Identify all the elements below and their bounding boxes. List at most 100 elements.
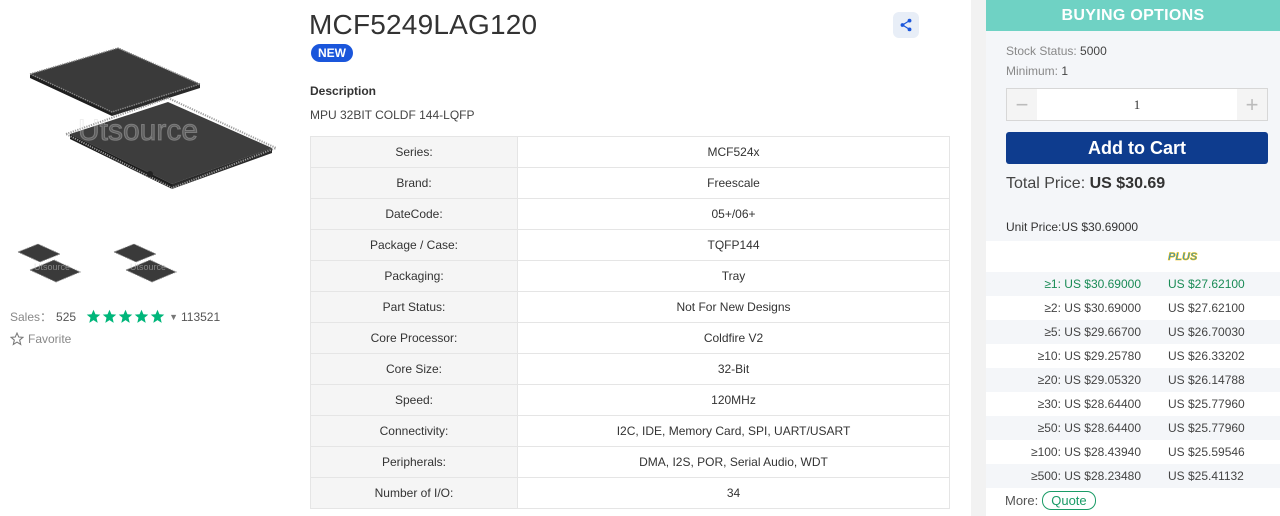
spec-key: Connectivity: xyxy=(310,415,518,447)
price-tier-list: ≥1: US $30.69000 US $27.62100 ≥2: US $30.… xyxy=(986,272,1280,488)
unit-price-value: US $30.69000 xyxy=(1061,220,1139,234)
quote-button[interactable]: Quote xyxy=(1042,491,1096,510)
tier-price: ≥100: US $28.43940 xyxy=(1030,445,1141,459)
product-gallery: Utsource Utsource Utsource Sales： 525 ▼ … xyxy=(0,0,300,516)
unit-price-label: Unit Price: xyxy=(1006,220,1062,234)
stock-status: Stock Status: 5000 xyxy=(1006,44,1107,58)
rating-stars[interactable] xyxy=(86,309,165,324)
table-row: Packaging: Tray xyxy=(310,260,950,292)
spec-key: Part Status: xyxy=(310,291,518,323)
buying-options-panel: BUYING OPTIONS Stock Status: 5000 Minimu… xyxy=(986,0,1280,516)
minimum-label: Minimum: xyxy=(1006,64,1059,78)
tier-plus-price: US $25.77960 xyxy=(1168,421,1245,435)
tier-price: ≥10: US $29.25780 xyxy=(1037,349,1141,363)
spec-key: Brand: xyxy=(310,167,518,199)
panel-divider xyxy=(971,0,986,516)
spec-key: Core Processor: xyxy=(310,322,518,354)
price-tier-row: ≥50: US $28.64400 US $25.77960 xyxy=(986,416,1280,440)
star-icon xyxy=(86,309,101,323)
svg-text:Utsource: Utsource xyxy=(34,262,70,272)
table-row: DateCode: 05+/06+ xyxy=(310,198,950,230)
spec-key: Series: xyxy=(310,136,518,168)
thumbnail-2[interactable]: Utsource xyxy=(106,238,192,294)
rating-count: 113521 xyxy=(180,309,221,324)
table-row: Speed: 120MHz xyxy=(310,384,950,416)
tier-plus-price: US $25.59546 xyxy=(1168,445,1245,459)
buying-options-header: BUYING OPTIONS xyxy=(986,0,1280,31)
description-label: Description xyxy=(310,84,377,98)
spec-value: Freescale xyxy=(517,167,950,199)
total-price: Total Price: US $30.69 xyxy=(1006,175,1165,193)
star-icon xyxy=(118,309,133,323)
spec-value: MCF524x xyxy=(517,136,950,168)
price-tier-row: ≥500: US $28.23480 US $25.41132 xyxy=(986,464,1280,488)
tier-price: ≥5: US $29.66700 xyxy=(1044,325,1141,339)
star-icon xyxy=(150,309,165,323)
price-tier-row: ≥5: US $29.66700 US $26.70030 xyxy=(986,320,1280,344)
minus-icon[interactable]: − xyxy=(1007,89,1037,120)
table-row: Package / Case: TQFP144 xyxy=(310,229,950,261)
add-to-cart-button[interactable]: Add to Cart xyxy=(1006,132,1268,164)
plus-logo: PLUS xyxy=(1168,251,1199,264)
sales-count: 525 xyxy=(56,309,77,324)
plus-icon[interactable]: + xyxy=(1237,89,1267,120)
price-tier-row: ≥1: US $30.69000 US $27.62100 xyxy=(986,272,1280,296)
tier-plus-price: US $26.70030 xyxy=(1168,325,1245,339)
sales-label: Sales： xyxy=(10,310,53,324)
favorite-label: Favorite xyxy=(28,332,72,346)
buy-box: Stock Status: 5000 Minimum: 1 − 1 + Add … xyxy=(986,31,1280,241)
tier-price: ≥30: US $28.64400 xyxy=(1037,397,1141,411)
stock-label: Stock Status: xyxy=(1006,44,1077,58)
star-icon xyxy=(102,309,117,323)
spec-value: DMA, I2S, POR, Serial Audio, WDT xyxy=(517,446,950,478)
share-button[interactable] xyxy=(893,12,919,38)
tier-price: ≥500: US $28.23480 xyxy=(1030,469,1141,483)
price-tier-row: ≥20: US $29.05320 US $26.14788 xyxy=(986,368,1280,392)
tier-plus-price: US $26.14788 xyxy=(1168,373,1245,387)
table-row: Core Processor: Coldfire V2 xyxy=(310,322,950,354)
table-row: Connectivity: I2C, IDE, Memory Card, SPI,… xyxy=(310,415,950,447)
caret-down-icon[interactable]: ▼ xyxy=(169,312,178,322)
product-main-image[interactable]: Utsource xyxy=(18,30,288,210)
table-row: Part Status: Not For New Designs xyxy=(310,291,950,323)
stock-value: 5000 xyxy=(1080,44,1107,58)
star-outline-icon xyxy=(10,332,24,346)
table-row: Brand: Freescale xyxy=(310,167,950,199)
total-value: US $30.69 xyxy=(1089,175,1166,192)
price-tier-row: ≥100: US $28.43940 US $25.59546 xyxy=(986,440,1280,464)
share-icon xyxy=(900,18,912,32)
sales-row: Sales： 525 ▼ 113521 xyxy=(10,308,220,325)
spec-key: Package / Case: xyxy=(310,229,518,261)
spec-table: Series: MCF524x Brand: Freescale DateCode:… xyxy=(310,136,950,509)
more-label: More: xyxy=(1005,493,1039,508)
spec-key: Packaging: xyxy=(310,260,518,292)
spec-key: Peripherals: xyxy=(310,446,518,478)
spec-key: DateCode: xyxy=(310,198,518,230)
price-tier-row: ≥2: US $30.69000 US $27.62100 xyxy=(986,296,1280,320)
spec-key: Number of I/O: xyxy=(310,477,518,509)
quantity-input[interactable]: 1 xyxy=(1037,89,1237,120)
table-row: Peripherals: DMA, I2S, POR, Serial Audio,… xyxy=(310,446,950,478)
tier-price: ≥20: US $29.05320 xyxy=(1037,373,1141,387)
table-row: Number of I/O: 34 xyxy=(310,477,950,509)
tier-price: ≥2: US $30.69000 xyxy=(1044,301,1141,315)
unit-price: Unit Price:US $30.69000 xyxy=(1006,220,1138,234)
tier-plus-price: US $25.41132 xyxy=(1168,469,1244,483)
spec-value: TQFP144 xyxy=(517,229,950,261)
favorite-button[interactable]: Favorite xyxy=(10,332,71,346)
minimum-value: 1 xyxy=(1061,64,1069,78)
tier-plus-price: US $26.33202 xyxy=(1168,349,1245,363)
tier-plus-price: US $27.62100 xyxy=(1168,301,1245,315)
plus-label: PLUS xyxy=(1168,251,1198,263)
spec-value: Not For New Designs xyxy=(517,291,950,323)
spec-value: 34 xyxy=(517,477,950,509)
quantity-stepper: − 1 + xyxy=(1006,88,1268,121)
total-label: Total Price: xyxy=(1006,175,1086,192)
spec-value: Coldfire V2 xyxy=(517,322,950,354)
thumbnail-1[interactable]: Utsource xyxy=(10,238,96,294)
product-title: MCF5249LAG120 xyxy=(309,9,538,40)
minimum-qty: Minimum: 1 xyxy=(1006,64,1068,78)
description-text: MPU 32BIT COLDF 144-LQFP xyxy=(310,108,475,122)
more-row: More: Quote xyxy=(1005,491,1096,510)
tier-plus-price: US $25.77960 xyxy=(1168,397,1245,411)
